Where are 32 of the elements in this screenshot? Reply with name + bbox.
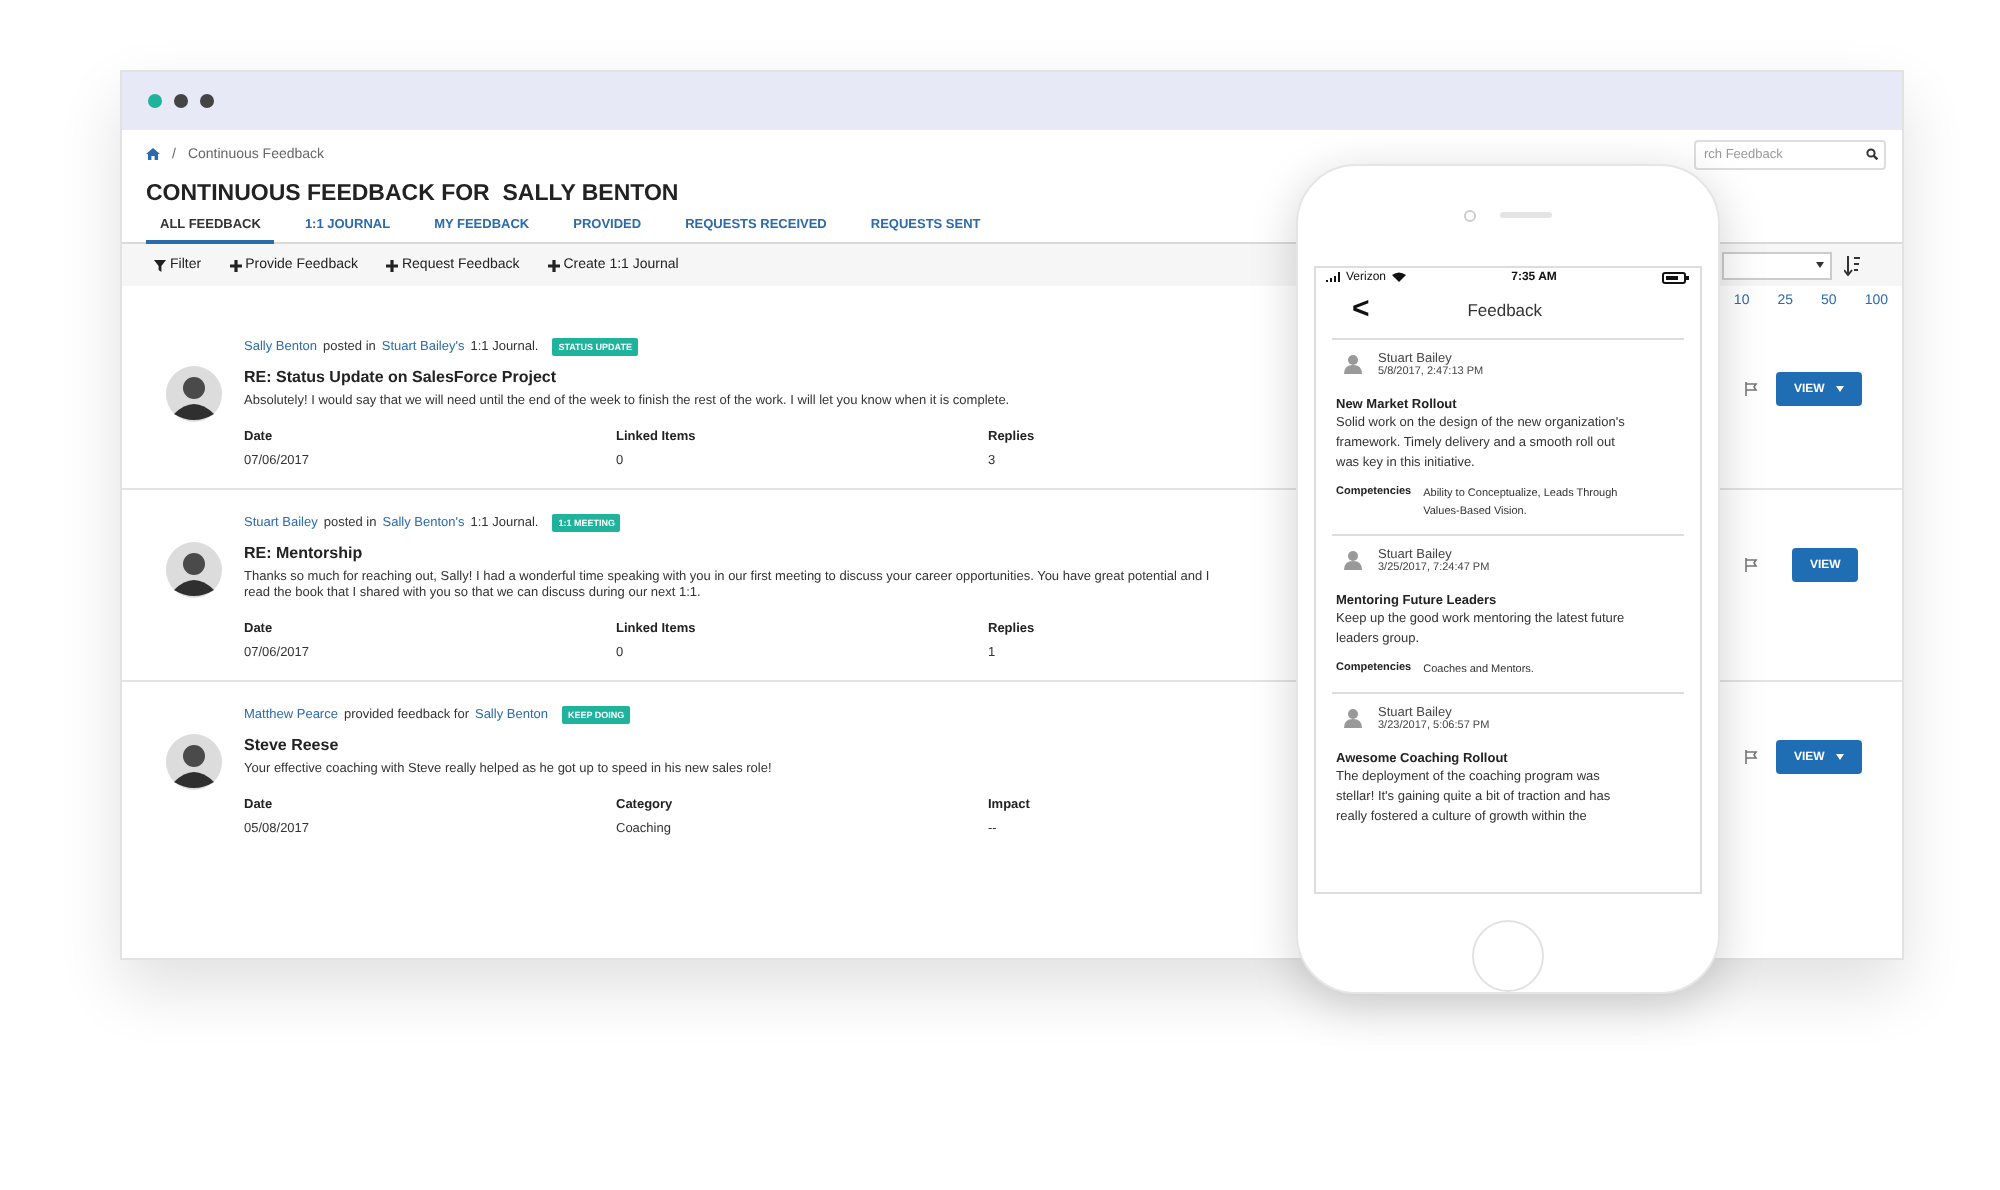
window-dot[interactable] [200, 94, 214, 108]
person-icon [1344, 550, 1362, 570]
flag-icon[interactable] [1744, 750, 1758, 764]
battery-icon [1662, 271, 1690, 283]
card-title: Steve Reese [244, 736, 341, 754]
card-title: RE: Mentorship [244, 544, 365, 562]
signal-icon [1326, 272, 1340, 282]
page-title: CONTINUOUS FEEDBACK FOR SALLY BENTON [146, 182, 679, 206]
window-dot[interactable] [174, 94, 188, 108]
wifi-icon [1392, 272, 1407, 282]
filter-icon [154, 259, 166, 271]
card-title: RE: Status Update on SalesForce Project [244, 368, 559, 386]
plus-icon [385, 259, 398, 271]
back-button[interactable]: < [1352, 297, 1370, 321]
avatar [166, 734, 222, 790]
caret-icon [1836, 386, 1845, 392]
caret-icon [1836, 754, 1845, 760]
avatar [166, 366, 222, 422]
sort-icon[interactable] [1844, 255, 1860, 275]
caret-icon [1816, 262, 1824, 268]
screen-title: Feedback [1465, 299, 1545, 319]
flag-icon[interactable] [1744, 382, 1758, 396]
person-icon [1344, 708, 1362, 728]
window-dot[interactable] [148, 94, 162, 108]
plus-icon [229, 259, 242, 271]
home-icon[interactable] [146, 148, 160, 160]
search-icon[interactable] [1866, 148, 1878, 160]
person-icon [1344, 354, 1362, 374]
camera-icon [1464, 209, 1476, 222]
flag-icon[interactable] [1744, 558, 1758, 572]
avatar [166, 542, 222, 598]
plus-icon [547, 259, 560, 271]
